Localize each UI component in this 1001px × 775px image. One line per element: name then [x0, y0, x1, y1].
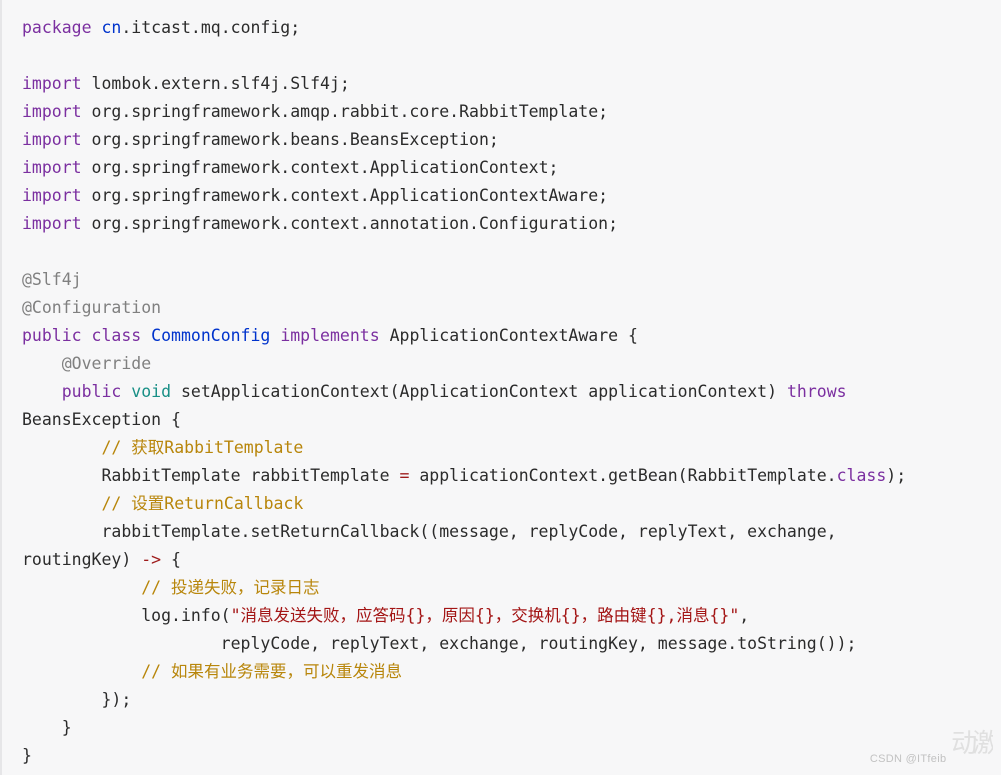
code-line: import org.springframework.context.Appli…	[22, 154, 1001, 182]
code-token-plain: ,	[739, 606, 750, 625]
code-line: routingKey) -> {	[22, 546, 1001, 574]
code-token-kw: class	[836, 466, 887, 485]
code-token-plain: RabbitTemplate rabbitTemplate	[22, 466, 400, 485]
code-token-plain: });	[22, 690, 132, 709]
code-line: @Slf4j	[22, 266, 1001, 294]
code-block: package cn.itcast.mq.config; import lomb…	[0, 0, 1001, 775]
code-token-kw: package	[22, 18, 92, 37]
code-token-plain: org.springframework.context.ApplicationC…	[81, 158, 559, 177]
code-token-string: "消息发送失败，应答码{}，原因{}，交换机{}，路由键{},消息{}"	[230, 606, 740, 625]
code-token-op: =	[399, 466, 410, 485]
code-line: @Configuration	[22, 294, 1001, 322]
code-line: // 投递失败，记录日志	[22, 574, 1001, 602]
code-line: import org.springframework.amqp.rabbit.c…	[22, 98, 1001, 126]
code-token-comment: // 获取RabbitTemplate	[101, 438, 304, 457]
code-token-anno: @Configuration	[22, 298, 162, 317]
code-token-kw: import	[22, 130, 82, 149]
code-token-plain: log.info(	[22, 606, 231, 625]
code-token-plain: ApplicationContextAware {	[379, 326, 638, 345]
code-line: import org.springframework.beans.BeansEx…	[22, 126, 1001, 154]
code-token-plain: applicationContext.getBean(RabbitTemplat…	[409, 466, 837, 485]
code-token-plain: .itcast.mq.config;	[121, 18, 301, 37]
code-line: BeansException {	[22, 406, 1001, 434]
code-token-comment: // 设置ReturnCallback	[101, 494, 304, 513]
code-token-op: ->	[141, 550, 162, 569]
code-token-plain: routingKey)	[22, 550, 142, 569]
code-line: // 获取RabbitTemplate	[22, 434, 1001, 462]
code-token-plain: );	[886, 466, 907, 485]
code-line: rabbitTemplate.setReturnCallback((messag…	[22, 518, 1001, 546]
code-line: public class CommonConfig implements App…	[22, 322, 1001, 350]
code-token-plain: replyCode, replyText, exchange, routingK…	[22, 634, 857, 653]
code-token-comment: // 如果有业务需要，可以重发消息	[141, 662, 403, 681]
code-line: package cn.itcast.mq.config;	[22, 14, 1001, 42]
code-token-comment: // 投递失败，记录日志	[141, 578, 320, 597]
code-line: });	[22, 686, 1001, 714]
code-token-kw: import	[22, 186, 82, 205]
code-token-kw: import	[22, 158, 82, 177]
code-line: // 设置ReturnCallback	[22, 490, 1001, 518]
code-line: @Override	[22, 350, 1001, 378]
code-token-plain: setApplicationContext(ApplicationContext…	[171, 382, 787, 401]
code-token-type: cn	[101, 18, 122, 37]
code-token-kw: implements	[280, 326, 380, 345]
code-token-plain: rabbitTemplate.setReturnCallback((messag…	[22, 522, 837, 541]
code-token-anno: @Override	[61, 354, 152, 373]
code-token-kw: class	[91, 326, 142, 345]
code-token-kw: public	[22, 326, 82, 345]
code-token-kw: public	[61, 382, 122, 401]
code-token-anno: @Slf4j	[22, 270, 82, 289]
code-token-type: CommonConfig	[151, 326, 271, 345]
code-token-kw: import	[22, 74, 82, 93]
code-token-void: void	[131, 382, 172, 401]
code-token-plain: }	[22, 718, 72, 737]
code-token-kw: throws	[786, 382, 847, 401]
code-token-plain: {	[161, 550, 181, 569]
code-token-plain: lombok.extern.slf4j.Slf4j;	[81, 74, 350, 93]
code-line-list: package cn.itcast.mq.config; import lomb…	[22, 14, 1001, 770]
code-token-kw: import	[22, 102, 82, 121]
code-line: import lombok.extern.slf4j.Slf4j;	[22, 70, 1001, 98]
code-token-plain: org.springframework.context.annotation.C…	[81, 214, 619, 233]
code-line: import org.springframework.context.annot…	[22, 210, 1001, 238]
code-token-plain: }	[22, 746, 32, 765]
code-token-plain: BeansException {	[22, 410, 181, 429]
code-line: import org.springframework.context.Appli…	[22, 182, 1001, 210]
code-line: // 如果有业务需要，可以重发消息	[22, 658, 1001, 686]
code-line: log.info("消息发送失败，应答码{}，原因{}，交换机{}，路由键{},…	[22, 602, 1001, 630]
code-token-kw: import	[22, 214, 82, 233]
code-line: }	[22, 742, 1001, 770]
code-line: public void setApplicationContext(Applic…	[22, 378, 1001, 406]
code-line: RabbitTemplate rabbitTemplate = applicat…	[22, 462, 1001, 490]
code-token-plain: org.springframework.amqp.rabbit.core.Rab…	[81, 102, 609, 121]
code-line: }	[22, 714, 1001, 742]
code-line: replyCode, replyText, exchange, routingK…	[22, 630, 1001, 658]
code-token-plain: org.springframework.context.ApplicationC…	[81, 186, 609, 205]
code-token-plain: org.springframework.beans.BeansException…	[81, 130, 499, 149]
